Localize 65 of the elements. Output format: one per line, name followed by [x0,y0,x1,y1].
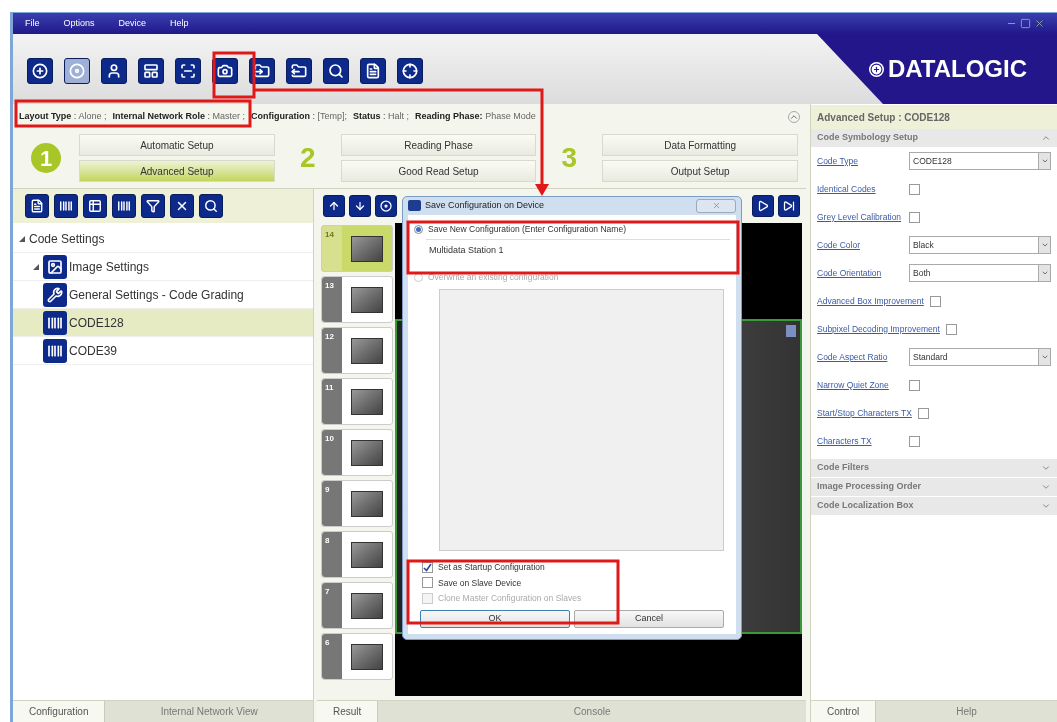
menu-item[interactable]: Options [63,16,95,31]
setup-button[interactable]: Data Formatting [602,134,798,156]
frame-thumbnail[interactable]: 10 [321,429,393,476]
radio-label: Save New Configuration (Enter Configuration Name) [428,223,626,237]
checkbox-label: Save on Slave Device [438,576,522,590]
section-header[interactable]: Code Filters [811,459,1057,477]
section-header[interactable]: Code Localization Box [811,497,1057,515]
panel-tab[interactable]: Internal Network View [104,701,313,722]
checkbox-label: Clone Master Configuration on Slaves [438,592,582,605]
status-entry: Internal Network Role : Master ; [112,110,245,124]
menu-item[interactable]: Help [170,16,189,31]
setup-button[interactable]: Automatic Setup [79,134,275,156]
frame-thumbnail[interactable]: 12 [321,327,393,374]
tree-item[interactable]: Code Settings [13,225,313,253]
field-label[interactable]: Identical Codes [817,182,903,196]
section-header[interactable]: Image Processing Order [811,478,1057,496]
tree-item[interactable]: CODE128 [13,309,313,337]
menu-item[interactable]: Device [118,16,147,31]
step-number: 1 [31,143,61,173]
field-label[interactable]: Code Color [817,238,903,252]
field-label[interactable]: Code Orientation [817,266,903,280]
status-entry: Configuration : [Temp]; [251,110,348,124]
dropdown[interactable]: Standard [909,348,1051,366]
frame-thumbnail[interactable]: 6 [321,633,393,680]
logo-text: DATALOGIC [887,54,1027,84]
frame-thumbnail[interactable]: 8 [321,531,393,578]
step-number: 3 [560,141,579,175]
status-entry: Reading Phase: Phase Mode [415,110,536,124]
step-number: 2 [298,141,317,175]
radio-label: Overwrite an existing configuration [428,271,559,285]
frame-thumbnail[interactable]: 7 [321,582,393,629]
field-label[interactable]: Advanced Box Improvement [817,294,924,308]
field-label[interactable]: Start/Stop Characters TX [817,406,912,420]
frame-thumbnail[interactable]: 9 [321,480,393,527]
field-label[interactable]: Subpixel Decoding Improvement [817,322,940,336]
dialog-title: Save Configuration on Device [425,199,545,213]
dropdown[interactable]: Black [909,236,1051,254]
panel-tab[interactable]: Help [875,701,1057,722]
status-entry: Layout Type : Alone ; [19,110,107,124]
frame-thumbnail[interactable]: 11 [321,378,393,425]
setup-button[interactable]: Output Setup [602,160,798,182]
panel-tab[interactable]: Configuration [13,701,105,722]
panel-tab[interactable]: Console [377,701,806,722]
field-label[interactable]: Grey Level Calibration [817,210,903,224]
dropdown[interactable]: CODE128 [909,152,1051,170]
setup-button[interactable]: Good Read Setup [340,160,537,182]
panel-tab[interactable]: Control [811,701,876,722]
input-field[interactable]: Multidata Station 1 [426,238,730,261]
field-label[interactable]: Code Type [817,154,903,168]
panel-tab[interactable]: Result [317,701,378,722]
tree-item[interactable]: Image Settings [13,253,313,281]
tree-item[interactable]: CODE39 [13,337,313,365]
menu-item[interactable]: File [25,16,40,31]
dropdown[interactable]: Both [909,264,1051,282]
setup-button[interactable]: Advanced Setup [79,160,275,182]
dialog-button[interactable]: Cancel [574,610,724,628]
status-entry: Status : Halt ; [353,110,410,124]
panel-title: Advanced Setup : CODE128 [811,105,1057,129]
section-header[interactable]: Code Symbology Setup [811,129,1057,147]
checkbox-label: Set as Startup Configuration [438,560,545,574]
field-label[interactable]: Code Aspect Ratio [817,350,903,364]
field-label[interactable]: Characters TX [817,434,903,448]
setup-button[interactable]: Reading Phase [340,134,537,156]
field-label[interactable]: Narrow Quiet Zone [817,378,903,392]
frame-thumbnail[interactable]: 13 [321,276,393,323]
